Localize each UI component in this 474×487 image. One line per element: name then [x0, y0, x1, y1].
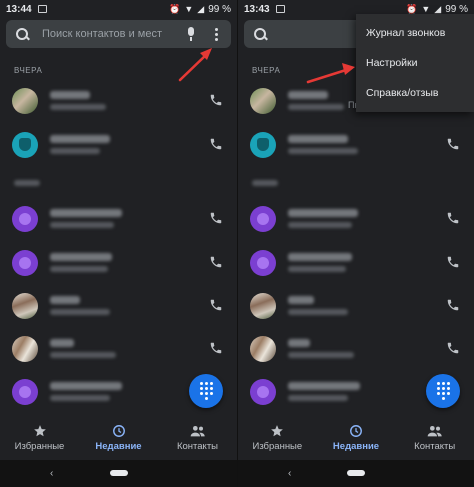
comparison-screenshot: 13:44 ⏰ ▼ ◢ 99 % Поиск контактов и мест … [0, 0, 474, 487]
annotation-arrow [306, 63, 355, 84]
annotation-arrow [178, 48, 212, 82]
phone-screen-left: 13:44 ⏰ ▼ ◢ 99 % Поиск контактов и мест … [0, 0, 237, 487]
phone-screen-right: 13:43 ⏰ ▼ ◢ 99 % ВЧЕРА Пн Избранные Неда… [237, 0, 474, 487]
